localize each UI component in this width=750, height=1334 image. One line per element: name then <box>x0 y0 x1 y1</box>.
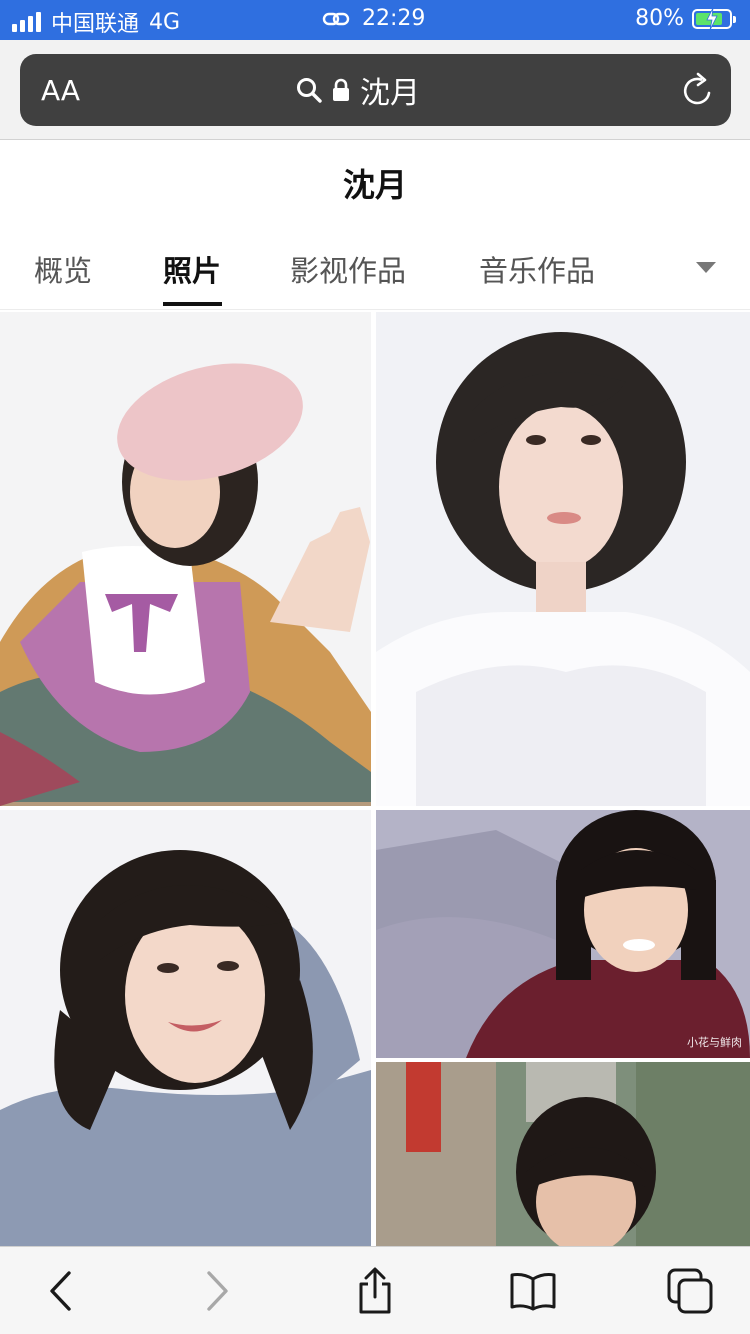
photo-1[interactable] <box>0 312 371 806</box>
photo-2[interactable] <box>376 312 750 806</box>
photo-4[interactable]: 小花与鲜肉 <box>376 810 750 1058</box>
tab-overflow-fade <box>668 256 678 278</box>
back-button[interactable] <box>36 1267 84 1315</box>
browser-page: 中国联通 4G 22:29 80% AA 沈月 沈月 概览 照片 影视作品 音乐… <box>0 0 750 1334</box>
bookmarks-button[interactable] <box>509 1267 557 1315</box>
chevron-down-icon[interactable] <box>696 262 716 273</box>
search-icon <box>297 78 322 103</box>
battery-icon <box>692 7 736 30</box>
address-field[interactable]: 沈月 <box>296 68 420 112</box>
status-bar: 中国联通 4G 22:29 80% <box>0 0 750 40</box>
bookmarks-icon <box>510 1273 556 1311</box>
photo-4-image <box>376 810 750 1058</box>
reload-icon[interactable] <box>681 72 715 108</box>
charging-bolt-icon <box>706 7 718 30</box>
link-icon <box>322 12 350 25</box>
signal-icon <box>12 12 41 32</box>
address-text: 沈月 <box>360 76 420 111</box>
text-size-button[interactable]: AA <box>41 74 80 107</box>
clock: 22:29 <box>362 6 426 31</box>
tab-overview[interactable]: 概览 <box>34 248 92 290</box>
lock-icon <box>333 78 349 101</box>
address-bar-area: AA 沈月 <box>0 40 750 140</box>
battery-percent: 80% <box>635 6 684 31</box>
back-icon <box>50 1271 71 1311</box>
browser-toolbar <box>0 1246 750 1334</box>
category-tabs: 概览 照片 影视作品 音乐作品 <box>0 230 750 310</box>
photo-2-image <box>376 312 750 806</box>
photo-5[interactable] <box>376 1062 750 1246</box>
photo-watermark: 小花与鲜肉 <box>687 1036 742 1049</box>
photo-1-image <box>0 312 371 806</box>
tabs-icon <box>667 1268 713 1314</box>
address-bar[interactable]: AA 沈月 <box>20 54 731 126</box>
forward-icon <box>207 1271 228 1311</box>
forward-button[interactable] <box>193 1267 241 1315</box>
tab-music-works[interactable]: 音乐作品 <box>479 248 595 290</box>
tabs-button[interactable] <box>666 1267 714 1315</box>
page-title: 沈月 <box>342 166 407 204</box>
share-button[interactable] <box>351 1267 399 1315</box>
photo-3-image <box>0 810 371 1246</box>
status-right: 80% <box>635 6 736 31</box>
carrier-label: 中国联通 <box>51 12 140 37</box>
active-tab-indicator <box>163 302 222 306</box>
tab-film-works[interactable]: 影视作品 <box>290 248 406 290</box>
status-left: 中国联通 4G <box>12 6 180 38</box>
network-label: 4G <box>149 9 181 35</box>
text-size-label: AA <box>41 74 81 107</box>
status-center: 22:29 <box>322 6 425 31</box>
tab-photos[interactable]: 照片 <box>163 248 221 290</box>
photo-3[interactable] <box>0 810 371 1246</box>
share-icon <box>359 1267 391 1314</box>
photo-5-image <box>376 1062 750 1246</box>
